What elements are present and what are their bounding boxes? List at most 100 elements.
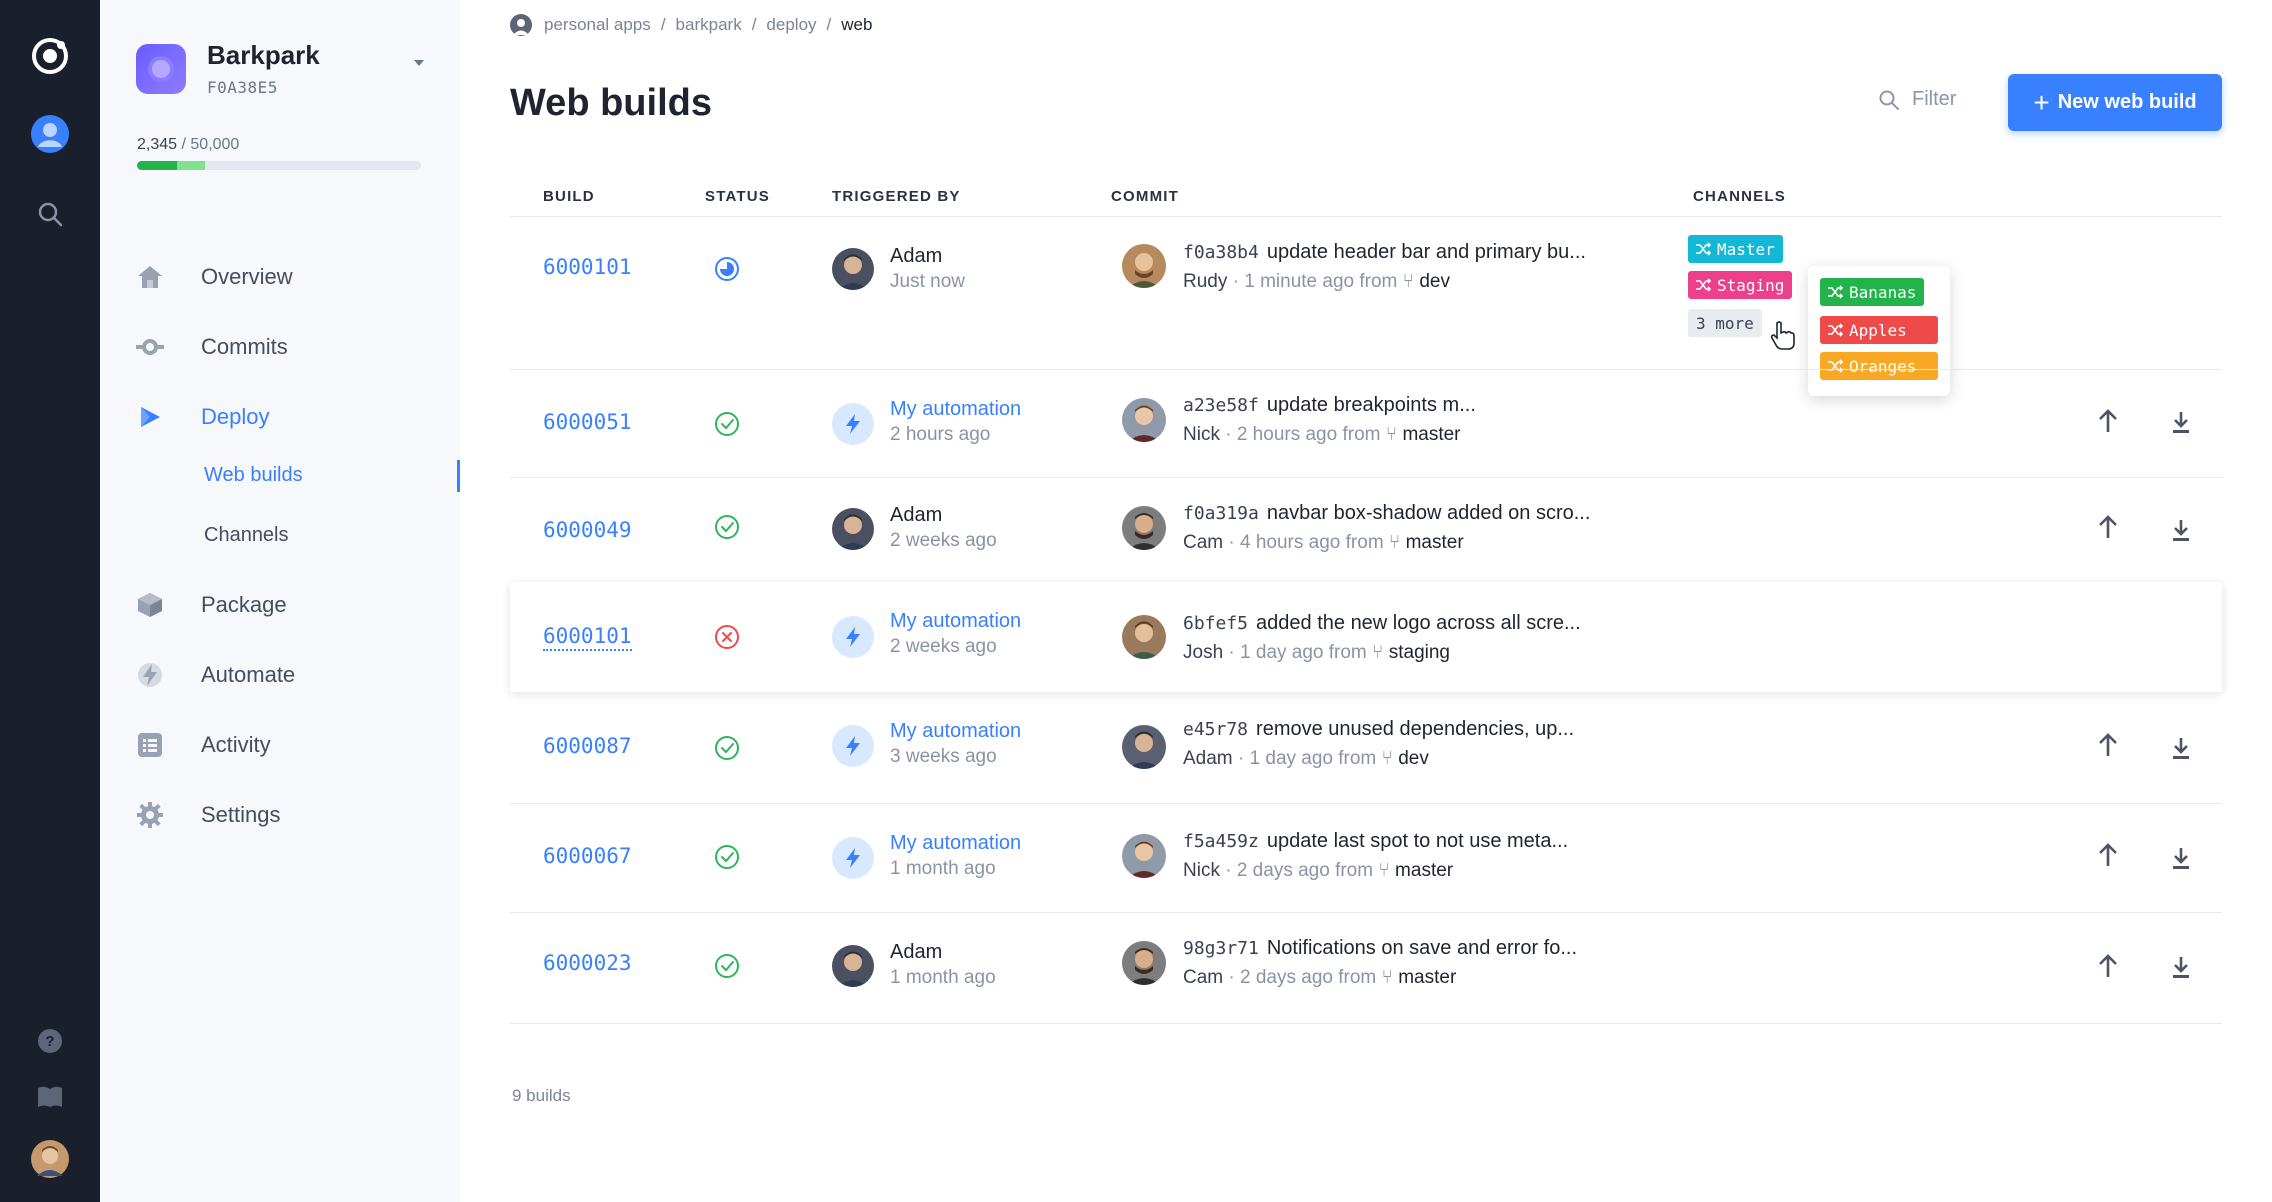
sidebar-item-deploy[interactable]: Deploy	[136, 400, 269, 434]
commit-title[interactable]: 6bfef5 added the new logo across all scre…	[1183, 612, 1581, 635]
sidebar-item-activity[interactable]: Activity	[136, 728, 271, 762]
channel-label: Bananas	[1849, 282, 1917, 302]
table-row[interactable]: 6000101 Adam Just now f0a38b4 update head…	[510, 217, 2222, 369]
promote-arrow-up-icon[interactable]	[2096, 514, 2120, 540]
branch-icon: ⑂	[1381, 967, 1399, 988]
sidebar-subitem-web-builds[interactable]: Web builds	[204, 464, 303, 487]
divider	[510, 1023, 2222, 1024]
app-id: F0A38E5	[207, 78, 278, 97]
column-header-triggered-by: TRIGGERED BY	[832, 188, 961, 205]
trigger-time: 2 weeks ago	[890, 530, 997, 551]
new-web-build-label: New web build	[2057, 91, 2197, 113]
channel-badge-bananas[interactable]: Bananas	[1820, 278, 1925, 306]
sidebar-item-settings[interactable]: Settings	[136, 798, 281, 832]
download-icon[interactable]	[2170, 846, 2192, 870]
promote-arrow-up-icon[interactable]	[2096, 842, 2120, 868]
column-header-commit: COMMIT	[1111, 188, 1180, 205]
channel-badge-staging[interactable]: Staging	[1688, 271, 1793, 299]
deploy-play-icon	[136, 403, 164, 431]
commit-meta: Nick · 2 hours ago from ⑂ master	[1183, 424, 1461, 446]
app-icon[interactable]	[136, 44, 186, 94]
commit-author: Josh	[1183, 642, 1224, 663]
table-row[interactable]: 6000087 My automation 3 weeks ago e45r78…	[510, 692, 2222, 804]
automation-icon	[832, 403, 874, 445]
more-channels-button[interactable]: 3 more	[1688, 309, 1762, 337]
ionic-logo-icon[interactable]	[0, 32, 100, 80]
avatar	[1122, 244, 1166, 288]
activity-list-icon	[136, 731, 164, 759]
builds-count: 9 builds	[512, 1086, 571, 1105]
commit-branch: staging	[1388, 642, 1451, 663]
breadcrumb-item[interactable]: deploy	[766, 15, 816, 35]
download-icon[interactable]	[2170, 955, 2192, 979]
filter-button[interactable]: Filter	[1878, 88, 1956, 111]
build-number-link[interactable]: 6000023	[543, 951, 632, 975]
app-name[interactable]: Barkpark	[207, 40, 320, 71]
promote-arrow-up-icon[interactable]	[2096, 732, 2120, 758]
page-title: Web builds	[510, 82, 712, 124]
download-icon[interactable]	[2170, 410, 2192, 434]
user-avatar-icon[interactable]	[0, 112, 100, 156]
account-avatar[interactable]	[0, 1138, 100, 1180]
commit-sha: e45r78	[1183, 719, 1249, 740]
table-row[interactable]: 6000067 My automation 1 month ago f5a459…	[510, 804, 2222, 912]
download-icon[interactable]	[2170, 518, 2192, 542]
build-number-link[interactable]: 6000101	[543, 255, 632, 279]
automation-link[interactable]: My automation	[890, 720, 1021, 743]
channel-label: Apples	[1849, 320, 1907, 340]
promote-arrow-up-icon[interactable]	[2096, 408, 2120, 434]
search-icon[interactable]	[0, 196, 100, 232]
commit-author: Adam	[1183, 748, 1233, 769]
table-row[interactable]: 6000101 My automation 2 weeks ago 6bfef5…	[510, 582, 2222, 692]
trigger-name: Adam	[890, 941, 943, 963]
commit-title[interactable]: a23e58f update breakpoints m...	[1183, 394, 1476, 417]
avatar	[1122, 725, 1166, 769]
build-number-link[interactable]: 6000049	[543, 518, 632, 542]
sidebar-item-automate[interactable]: Automate	[136, 658, 295, 692]
filter-label: Filter	[1912, 88, 1957, 110]
automation-icon	[832, 616, 874, 658]
usage-current: 2,345	[137, 136, 178, 153]
commit-meta: Josh · 1 day ago from ⑂ staging	[1183, 642, 1450, 664]
build-number-link[interactable]: 6000067	[543, 844, 632, 868]
sidebar-subitem-channels[interactable]: Channels	[204, 524, 289, 547]
build-number-link[interactable]: 6000051	[543, 410, 632, 434]
usage-progress-bar	[137, 161, 421, 170]
automation-link[interactable]: My automation	[890, 610, 1021, 633]
sidebar-item-overview[interactable]: Overview	[136, 260, 293, 294]
active-indicator	[457, 460, 460, 492]
sidebar-item-package[interactable]: Package	[136, 588, 287, 622]
new-web-build-button[interactable]: + New web build	[2008, 74, 2222, 131]
commit-title[interactable]: e45r78 remove unused dependencies, up...	[1183, 718, 1574, 741]
commit-branch: master	[1395, 860, 1454, 881]
commit-time: · 1 day ago from	[1223, 642, 1373, 663]
channel-badge-master[interactable]: Master	[1688, 235, 1783, 263]
app-switcher-caret-icon[interactable]	[414, 60, 424, 66]
commit-branch: master	[1405, 532, 1464, 553]
commit-title[interactable]: 98g3r71 Notifications on save and error f…	[1183, 937, 1577, 960]
pointer-cursor-icon	[1770, 321, 1795, 350]
build-number-link[interactable]: 6000087	[543, 734, 632, 758]
commit-title[interactable]: f5a459z update last spot to not use meta.…	[1183, 830, 1568, 853]
in-progress-status-icon	[715, 257, 739, 281]
docs-book-icon[interactable]	[0, 1082, 100, 1112]
commit-title[interactable]: f0a38b4 update header bar and primary bu.…	[1183, 241, 1586, 264]
table-row[interactable]: 6000023 Adam 1 month ago 98g3r71 Notifica…	[510, 913, 2222, 1023]
trigger-time: 1 month ago	[890, 858, 996, 879]
column-header-channels: CHANNELS	[1693, 188, 1786, 205]
table-row[interactable]: 6000051 My automation 2 hours ago a23e58…	[510, 370, 2222, 478]
commit-message: navbar box-shadow added on scro...	[1266, 502, 1591, 524]
sidebar-item-commits[interactable]: Commits	[136, 330, 288, 364]
help-icon[interactable]: ?	[0, 1026, 100, 1056]
download-icon[interactable]	[2170, 736, 2192, 760]
breadcrumb-item[interactable]: personal apps	[544, 15, 651, 35]
commit-title[interactable]: f0a319a navbar box-shadow added on scro..…	[1183, 502, 1590, 525]
sidebar: Barkpark F0A38E5 2,345 / 50,000 Overview…	[100, 0, 460, 1202]
promote-arrow-up-icon[interactable]	[2096, 953, 2120, 979]
automation-link[interactable]: My automation	[890, 398, 1021, 421]
build-number-link[interactable]: 6000101	[543, 624, 632, 651]
breadcrumb-item[interactable]: barkpark	[676, 15, 742, 35]
channel-badge-apples[interactable]: Apples	[1820, 316, 1938, 344]
table-row[interactable]: 6000049 Adam 2 weeks ago f0a319a navbar b…	[510, 478, 2222, 582]
automation-link[interactable]: My automation	[890, 832, 1021, 855]
